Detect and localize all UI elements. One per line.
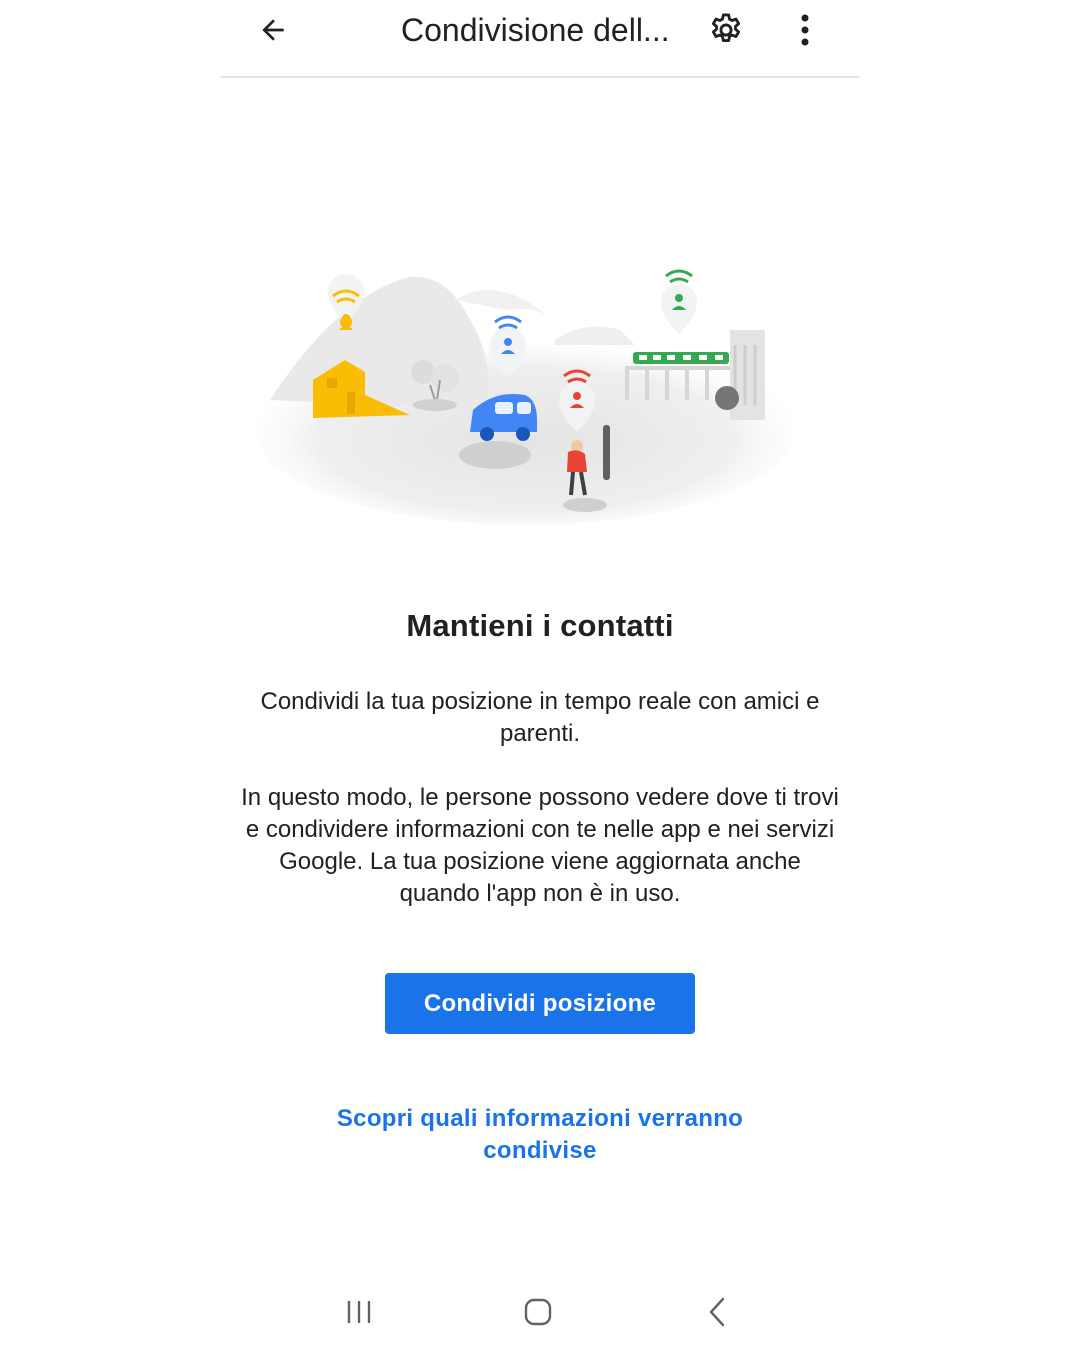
back-button[interactable] bbox=[245, 6, 301, 54]
home-icon bbox=[524, 1298, 552, 1326]
description-paragraph-1: Condividi la tua posizione in tempo real… bbox=[260, 688, 820, 747]
system-navigation-bar bbox=[0, 1280, 1080, 1344]
heading: Mantieni i contatti bbox=[406, 608, 674, 643]
settings-button[interactable] bbox=[701, 6, 751, 54]
arrow-back-icon bbox=[262, 19, 284, 41]
system-back-button[interactable] bbox=[687, 1288, 747, 1336]
home-button[interactable] bbox=[508, 1288, 568, 1336]
share-location-button[interactable]: Condividi posizione bbox=[385, 973, 695, 1034]
app-bar: Condivisione dell... bbox=[221, 0, 859, 78]
gear-icon bbox=[711, 13, 741, 43]
more-options-button[interactable] bbox=[783, 6, 827, 54]
learn-more-link[interactable]: Scopri quali informazioni verranno condi… bbox=[300, 1103, 780, 1167]
green-location-pin bbox=[661, 269, 697, 334]
location-sharing-illustration bbox=[255, 269, 795, 525]
page-title: Condivisione dell... bbox=[401, 12, 670, 48]
description-paragraph-2: In questo modo, le persone possono veder… bbox=[241, 784, 839, 907]
more-vert-icon bbox=[801, 14, 809, 46]
green-train bbox=[633, 352, 729, 364]
recents-icon bbox=[347, 1301, 371, 1323]
nav-back-icon bbox=[709, 1297, 725, 1327]
recents-button[interactable] bbox=[329, 1288, 389, 1336]
